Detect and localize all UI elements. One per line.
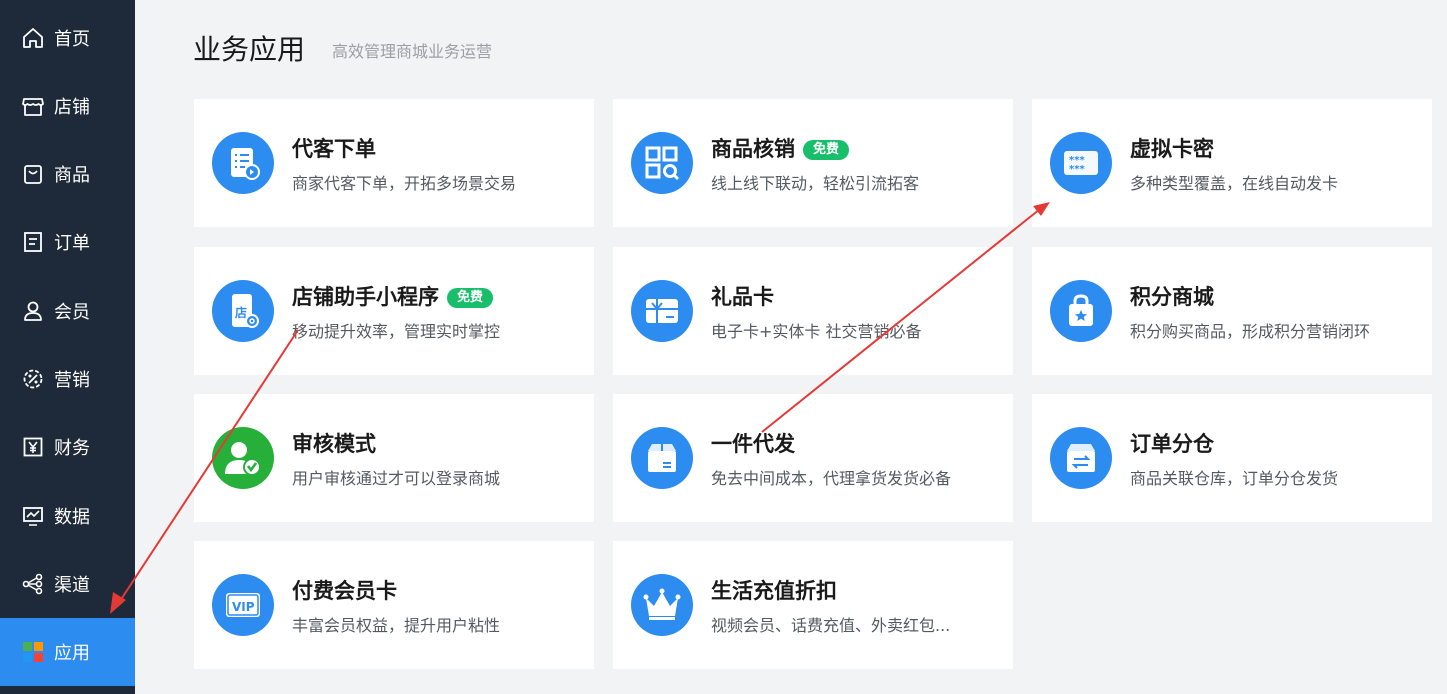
qr-scan-icon	[631, 132, 693, 194]
sidebar-item-label: 会员	[54, 302, 90, 323]
app-card-dropship[interactable]: 一件代发 免去中间成本，代理拿货发货必备	[613, 394, 1013, 522]
app-card-review-mode[interactable]: 审核模式 用户审核通过才可以登录商城	[194, 394, 594, 522]
card-desc: 移动提升效率，管理实时掌控	[292, 322, 501, 341]
card-title: 审核模式	[292, 432, 376, 456]
finance-icon	[22, 436, 44, 458]
svg-text:VIP: VIP	[232, 600, 255, 614]
sidebar-item-orders[interactable]: 订单	[0, 208, 135, 276]
sidebar-item-label: 应用	[54, 643, 90, 664]
card-desc: 电子卡+实体卡 社交营销必备	[711, 322, 922, 341]
card-desc: 视频会员、话费充值、外卖红包...	[711, 616, 951, 635]
card-title: 生活充值折扣	[711, 579, 837, 603]
card-title: 店铺助手小程序 免费	[292, 281, 494, 311]
card-desc: 商品关联仓库，订单分仓发货	[1130, 469, 1339, 488]
channel-icon	[22, 573, 44, 595]
sidebar-item-store[interactable]: 店铺	[0, 72, 135, 140]
order-icon	[22, 231, 44, 253]
warehouse-icon	[1050, 427, 1112, 489]
card-title: 订单分仓	[1130, 432, 1214, 456]
order-list-icon	[212, 132, 274, 194]
sidebar-item-label: 数据	[54, 507, 90, 528]
card-desc: 商家代客下单，开拓多场景交易	[292, 174, 517, 193]
card-title: 商品核销 免费	[711, 133, 850, 163]
points-bag-icon	[1050, 280, 1112, 342]
sidebar-item-label: 渠道	[54, 575, 90, 596]
sidebar-item-label: 财务	[54, 438, 90, 459]
gift-card-icon	[631, 280, 693, 342]
sidebar-item-channels[interactable]: 渠道	[0, 550, 135, 618]
main-content: 业务应用 高效管理商城业务运营 代客下单 商家代客下单，开拓多场景交易 商品核销…	[135, 0, 1447, 694]
data-icon	[22, 505, 44, 527]
mini-program-icon: 店	[212, 280, 274, 342]
sidebar: 首页 店铺 商品 订单 会员 营销 财务 数据 渠道 应用	[0, 0, 135, 694]
apps-icon	[22, 641, 44, 663]
bag-icon	[22, 163, 44, 185]
user-icon	[22, 300, 44, 322]
free-badge: 免费	[803, 140, 850, 160]
app-card-paid-membership[interactable]: VIP 付费会员卡 丰富会员权益，提升用户粘性	[194, 541, 594, 669]
card-desc: 多种类型覆盖，在线自动发卡	[1130, 174, 1339, 193]
card-title: 代客下单	[292, 137, 376, 161]
card-title: 积分商城	[1130, 285, 1214, 309]
vip-card-icon: VIP	[212, 574, 274, 636]
crown-icon	[631, 574, 693, 636]
store-icon	[22, 95, 44, 117]
app-card-virtual-card[interactable]: *** *** 虚拟卡密 多种类型覆盖，在线自动发卡	[1032, 99, 1432, 227]
sidebar-item-goods[interactable]: 商品	[0, 140, 135, 208]
app-card-gift-card[interactable]: 礼品卡 电子卡+实体卡 社交营销必备	[613, 247, 1013, 375]
app-card-store-assistant[interactable]: 店 店铺助手小程序 免费 移动提升效率，管理实时掌控	[194, 247, 594, 375]
sidebar-item-label: 店铺	[54, 97, 90, 118]
user-check-icon	[212, 427, 274, 489]
page-title: 业务应用	[193, 33, 306, 66]
sidebar-item-marketing[interactable]: 营销	[0, 345, 135, 413]
sidebar-item-label: 商品	[54, 165, 90, 186]
card-title: 付费会员卡	[292, 579, 397, 603]
sidebar-item-label: 营销	[54, 370, 90, 391]
package-icon	[631, 427, 693, 489]
page-subtitle: 高效管理商城业务运营	[332, 42, 493, 61]
svg-text:***: ***	[1069, 164, 1085, 175]
sidebar-item-apps[interactable]: 应用	[0, 618, 135, 686]
sidebar-item-finance[interactable]: 财务	[0, 413, 135, 481]
card-title: 礼品卡	[711, 285, 774, 309]
card-desc: 积分购买商品，形成积分营销闭环	[1130, 322, 1371, 341]
sidebar-item-members[interactable]: 会员	[0, 277, 135, 345]
sidebar-item-data[interactable]: 数据	[0, 482, 135, 550]
card-title: 虚拟卡密	[1130, 137, 1214, 161]
app-card-proxy-order[interactable]: 代客下单 商家代客下单，开拓多场景交易	[194, 99, 594, 227]
card-password-icon: *** ***	[1050, 132, 1112, 194]
app-card-points-mall[interactable]: 积分商城 积分购买商品，形成积分营销闭环	[1032, 247, 1432, 375]
sidebar-item-label: 订单	[54, 233, 90, 254]
svg-text:店: 店	[235, 305, 247, 320]
free-badge: 免费	[447, 288, 494, 308]
home-icon	[22, 27, 44, 49]
sidebar-item-label: 首页	[54, 29, 90, 50]
app-card-verification[interactable]: 商品核销 免费 线上线下联动，轻松引流拓客	[613, 99, 1013, 227]
sidebar-item-home[interactable]: 首页	[0, 4, 135, 72]
card-desc: 线上线下联动，轻松引流拓客	[711, 174, 920, 193]
card-desc: 免去中间成本，代理拿货发货必备	[711, 469, 952, 488]
marketing-icon	[22, 368, 44, 390]
card-desc: 丰富会员权益，提升用户粘性	[292, 616, 501, 635]
card-desc: 用户审核通过才可以登录商城	[292, 469, 501, 488]
card-title: 一件代发	[711, 432, 795, 456]
app-card-order-warehouse[interactable]: 订单分仓 商品关联仓库，订单分仓发货	[1032, 394, 1432, 522]
app-card-life-recharge[interactable]: 生活充值折扣 视频会员、话费充值、外卖红包...	[613, 541, 1013, 669]
